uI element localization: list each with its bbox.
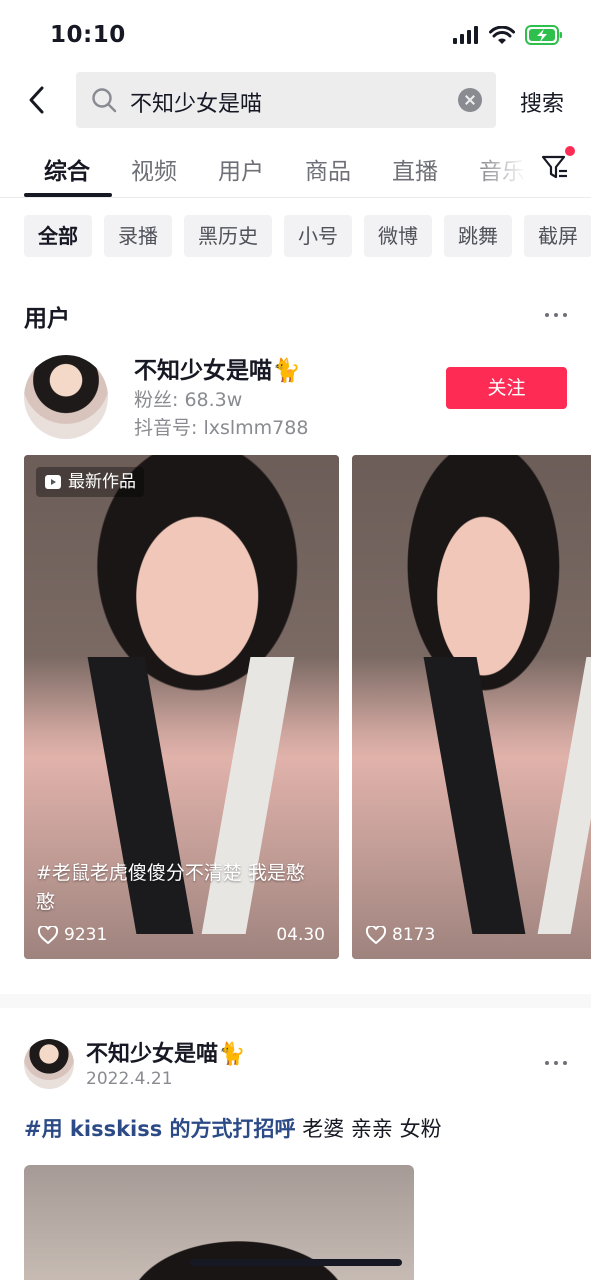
section-divider xyxy=(0,994,591,1008)
post-text: 老婆 亲亲 女粉 xyxy=(295,1117,442,1141)
avatar[interactable] xyxy=(24,355,108,439)
chip-dark-history[interactable]: 黑历史 xyxy=(184,215,272,257)
video-caption: #老鼠老虎傻傻分不清楚 我是憨憨 xyxy=(36,862,305,913)
heart-icon xyxy=(366,926,386,944)
tab-fade xyxy=(470,140,550,196)
more-icon[interactable] xyxy=(545,313,567,319)
status-time: 10:10 xyxy=(50,22,126,48)
video-card[interactable]: 最新作品 #老鼠老虎傻傻分不清楚 我是憨憨 9231 04.30 xyxy=(24,455,339,959)
post-date: 2022.4.21 xyxy=(86,1069,173,1089)
category-tabs: 综合 视频 用户 商品 直播 音乐 xyxy=(0,140,591,198)
chip-weibo[interactable]: 微博 xyxy=(364,215,432,257)
search-header: 不知少女是喵 搜索 xyxy=(0,72,591,128)
badge-label: 最新作品 xyxy=(68,472,136,492)
filter-chips: 全部 录播 黑历史 小号 微博 跳舞 截屏 xyxy=(24,215,591,257)
battery-icon xyxy=(525,25,562,45)
latest-work-badge: 最新作品 xyxy=(36,467,144,497)
video-icon xyxy=(45,475,61,489)
user-douyin-id: 抖音号: lxslmm788 xyxy=(134,417,309,439)
chip-dance[interactable]: 跳舞 xyxy=(444,215,512,257)
post-description: #用 kisskiss 的方式打招呼 老婆 亲亲 女粉 xyxy=(24,1113,442,1143)
home-indicator xyxy=(190,1259,402,1266)
user-fans: 粉丝: 68.3w xyxy=(134,389,243,411)
search-icon xyxy=(92,88,117,113)
like-count: 8173 xyxy=(366,925,435,945)
post-author[interactable]: 不知少女是喵🐈 xyxy=(86,1036,245,1068)
video-card[interactable]: 8173 xyxy=(352,455,591,959)
section-title-users: 用户 xyxy=(24,306,70,332)
user-name[interactable]: 不知少女是喵🐈 xyxy=(134,351,301,385)
chip-screenshot[interactable]: 截屏 xyxy=(524,215,591,257)
status-icons xyxy=(453,25,563,45)
post-hashtag[interactable]: #用 kisskiss 的方式打招呼 xyxy=(24,1117,296,1141)
like-count-value: 8173 xyxy=(392,925,436,945)
chip-all[interactable]: 全部 xyxy=(24,215,92,257)
tab-users[interactable]: 用户 xyxy=(218,152,264,186)
clear-search-button[interactable] xyxy=(458,88,482,112)
back-button[interactable] xyxy=(22,84,54,116)
like-count: 9231 xyxy=(38,925,107,945)
post-more-icon[interactable] xyxy=(545,1061,567,1067)
search-box[interactable]: 不知少女是喵 xyxy=(76,72,496,128)
filter-notification-dot xyxy=(565,146,575,156)
chip-alt-account[interactable]: 小号 xyxy=(284,215,352,257)
filter-icon[interactable] xyxy=(540,152,570,182)
video-date: 04.30 xyxy=(276,925,325,945)
heart-icon xyxy=(38,926,58,944)
active-tab-indicator xyxy=(24,193,112,197)
follow-button[interactable]: 关注 xyxy=(446,367,567,409)
signal-icon xyxy=(453,26,478,44)
wifi-icon xyxy=(489,25,515,44)
search-input[interactable]: 不知少女是喵 xyxy=(130,86,262,118)
tab-products[interactable]: 商品 xyxy=(305,152,351,186)
tab-live[interactable]: 直播 xyxy=(392,152,438,186)
post-avatar[interactable] xyxy=(24,1039,74,1089)
tab-video[interactable]: 视频 xyxy=(131,152,177,186)
tab-comprehensive[interactable]: 综合 xyxy=(44,152,90,186)
chip-recorded[interactable]: 录播 xyxy=(104,215,172,257)
status-bar: 10:10 xyxy=(0,0,591,72)
like-count-value: 9231 xyxy=(64,925,108,945)
search-submit-button[interactable]: 搜索 xyxy=(520,86,564,118)
